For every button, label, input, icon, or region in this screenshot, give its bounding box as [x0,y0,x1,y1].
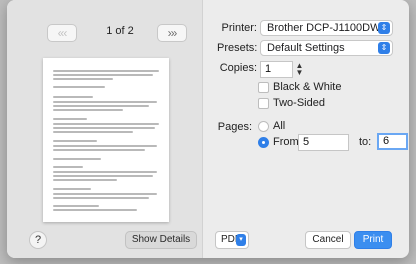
pdf-menu-button[interactable]: PDF ▾ [215,231,249,249]
copies-field[interactable]: 1 [260,61,293,78]
pages-all-label: All [273,120,286,132]
page-from-field[interactable]: 5 [298,134,349,151]
black-white-checkbox[interactable] [258,82,269,93]
preview-text-line [53,140,97,142]
black-white-label: Black & White [273,81,342,93]
preview-text-line [53,70,159,72]
preview-text-line [53,131,133,133]
preview-text-line [53,179,117,181]
preview-text-line [53,101,157,103]
preview-text-line [53,205,99,207]
two-sided-label: Two-Sided [273,97,325,109]
cancel-button[interactable]: Cancel [305,231,351,249]
page-to-field[interactable]: 6 [377,133,408,150]
preview-text-line [53,209,137,211]
preview-text-line [53,166,83,168]
print-dialog: «‹ 1 of 2 ›» ? Show Details Printer: Bro… [7,0,409,258]
two-sided-checkbox[interactable] [258,98,269,109]
preview-text-line [53,197,149,199]
printer-select[interactable]: Brother DCP-J1100DW ⇕ [260,20,393,36]
preview-text-line [53,171,157,173]
pages-all-radio[interactable] [258,121,269,132]
pages-to-label: to: [359,136,372,148]
preview-text-line [53,86,105,88]
preview-text-line [53,145,157,147]
page-count-label: 1 of 2 [106,25,134,37]
preview-text-line [53,158,101,160]
up-down-chevron-icon: ⇕ [378,42,390,54]
presets-label: Presets: [217,42,258,54]
copies-label: Copies: [219,62,257,74]
preview-text-line [53,193,157,195]
next-page-button[interactable]: ›» [157,24,187,42]
page-preview-thumbnail [43,58,169,222]
preview-text-line [53,123,159,125]
chevron-down-icon: ▾ [236,234,246,246]
preview-text-line [53,96,93,98]
preview-text-line [53,105,149,107]
printer-select-value: Brother DCP-J1100DW [267,22,381,34]
previous-page-button[interactable]: «‹ [47,24,77,42]
preview-text-line [53,149,145,151]
preview-text-line [53,188,91,190]
pages-label: Pages: [217,121,252,133]
stepper-icon[interactable]: ▲ ▼ [295,62,304,77]
up-down-chevron-icon: ⇕ [378,22,390,34]
printer-label: Printer: [221,22,257,34]
preview-text-line [53,118,87,120]
show-details-button[interactable]: Show Details [125,231,197,249]
pages-range-radio[interactable] [258,137,269,148]
preview-pane: «‹ 1 of 2 ›» ? Show Details [7,0,203,258]
preview-text-line [53,78,113,80]
preview-text-line [53,175,153,177]
page-navigator: «‹ 1 of 2 ›» [47,24,197,44]
presets-select[interactable]: Default Settings ⇕ [260,40,393,56]
preview-text-line [53,74,153,76]
preview-text-line [53,109,123,111]
presets-select-value: Default Settings [267,42,345,54]
preview-text-line [53,127,155,129]
print-button[interactable]: Print [354,231,392,249]
help-button[interactable]: ? [29,231,47,249]
